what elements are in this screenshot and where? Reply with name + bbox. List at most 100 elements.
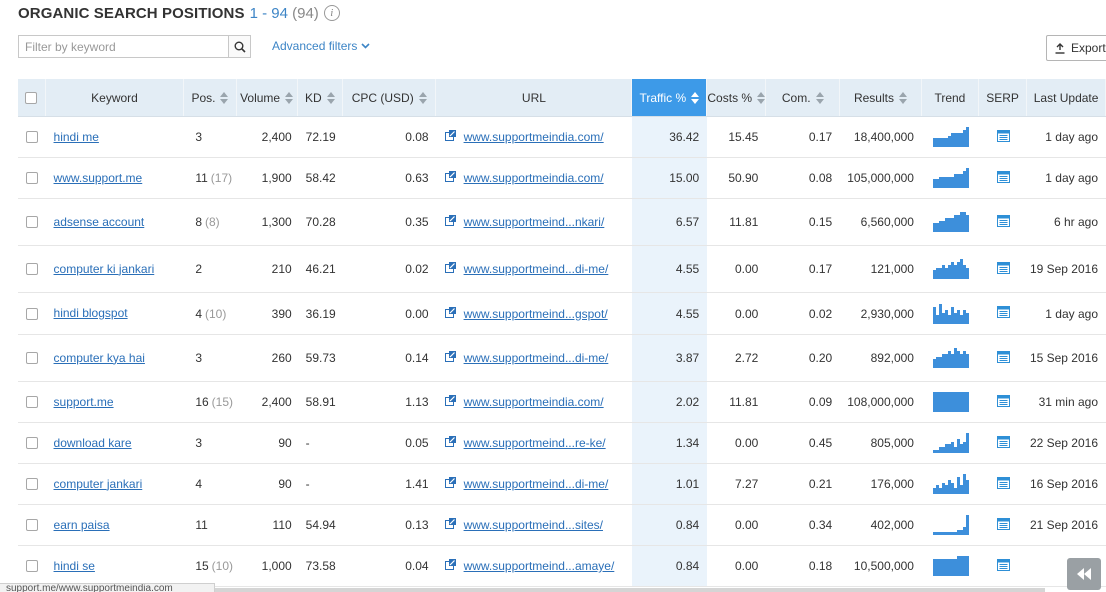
row-checkbox[interactable] (25, 478, 38, 490)
table-row[interactable]: computer jankari 4 90- 1.41 www.supportmeind… (18, 464, 1106, 505)
keyword-link[interactable]: computer ki jankari (54, 262, 155, 276)
keyword-link[interactable]: earn paisa (54, 518, 110, 532)
row-checkbox[interactable] (25, 172, 38, 184)
keyword-link[interactable]: hindi me (54, 130, 99, 144)
sort-icon (898, 91, 907, 104)
col-costs[interactable]: Costs % (707, 79, 767, 116)
serp-icon[interactable] (996, 476, 1010, 492)
url-link[interactable]: www.supportmeind...sites/ (464, 518, 603, 532)
trend-sparkline[interactable] (932, 127, 969, 147)
col-keyword[interactable]: Keyword (46, 79, 185, 116)
serp-icon[interactable] (996, 517, 1010, 533)
keyword-link[interactable]: support.me (54, 395, 114, 409)
filter-keyword-input[interactable] (19, 36, 228, 57)
url-link[interactable]: www.supportmeindia.com/ (464, 130, 604, 144)
traffic-cell: 2.02 (632, 382, 708, 422)
external-link-icon[interactable] (444, 477, 456, 491)
row-checkbox[interactable] (25, 352, 38, 364)
serp-icon[interactable] (996, 129, 1010, 145)
col-pos[interactable]: Pos. (184, 79, 237, 116)
search-button[interactable] (228, 36, 250, 57)
table-row[interactable]: www.support.me 11 (17) 1,900 58.42 0.63 www.su… (18, 158, 1106, 199)
table-row[interactable]: computer kya hai 3 260 59.73 0.14 www.support… (18, 335, 1106, 382)
url-link[interactable]: www.supportmeindia.com/ (464, 395, 604, 409)
col-last-update[interactable]: Last Update (1027, 79, 1106, 116)
external-link-icon[interactable] (444, 171, 456, 185)
col-com[interactable]: Com. (766, 79, 841, 116)
serp-icon[interactable] (996, 261, 1010, 277)
row-checkbox[interactable] (25, 396, 38, 408)
serp-icon[interactable] (996, 214, 1010, 230)
external-link-icon[interactable] (444, 518, 456, 532)
row-checkbox[interactable] (25, 131, 38, 143)
row-checkbox[interactable] (25, 560, 38, 572)
keyword-link[interactable]: hindi blogspot (54, 307, 128, 320)
trend-sparkline[interactable] (932, 168, 969, 188)
serp-icon[interactable] (996, 558, 1010, 574)
trend-sparkline[interactable] (932, 556, 969, 576)
keyword-link[interactable]: download kare (54, 436, 132, 450)
external-link-icon[interactable] (444, 395, 456, 409)
trend-sparkline[interactable] (932, 433, 969, 453)
trend-sparkline[interactable] (932, 392, 969, 412)
url-link[interactable]: www.supportmeindia.com/ (464, 171, 604, 185)
table-row[interactable]: adsense account 8 (8) 1,300 70.28 0.35 www.sup… (18, 199, 1106, 246)
serp-icon[interactable] (996, 170, 1010, 186)
trend-sparkline[interactable] (932, 212, 969, 232)
export-button[interactable]: Export (1046, 35, 1106, 61)
row-select-cell (18, 505, 46, 545)
url-link[interactable]: www.supportmeind...di-me/ (464, 262, 609, 276)
select-all-checkbox[interactable] (25, 91, 38, 104)
external-link-icon[interactable] (444, 436, 456, 450)
table-row[interactable]: hindi blogspot 4 (10) 390 36.19 0.00 www.suppo… (18, 293, 1106, 335)
previous-position: (8) (205, 215, 220, 229)
url-link[interactable]: www.supportmeind...gspot/ (464, 307, 608, 321)
external-link-icon[interactable] (444, 351, 456, 365)
advanced-filters-toggle[interactable]: Advanced filters (272, 39, 370, 53)
url-link[interactable]: www.supportmeind...amaye/ (464, 559, 615, 573)
back-button[interactable] (1067, 558, 1101, 590)
trend-sparkline[interactable] (932, 348, 969, 368)
table-row[interactable]: earn paisa 11 110 54.94 0.13 www.supportmeind… (18, 505, 1106, 546)
horizontal-scrollbar[interactable] (215, 588, 1045, 592)
trend-sparkline[interactable] (932, 515, 969, 535)
row-checkbox[interactable] (25, 519, 38, 531)
table-row[interactable]: computer ki jankari 2 210 46.21 0.02 www.supp… (18, 246, 1106, 293)
trend-sparkline[interactable] (932, 303, 969, 324)
row-checkbox[interactable] (25, 216, 38, 228)
table-row[interactable]: hindi se 15 (10) 1,000 73.58 0.04 www.supportm… (18, 546, 1106, 587)
url-link[interactable]: www.supportmeind...di-me/ (464, 351, 609, 365)
row-checkbox[interactable] (25, 307, 38, 320)
col-traffic[interactable]: Traffic % (632, 79, 708, 116)
row-checkbox[interactable] (25, 437, 38, 449)
external-link-icon[interactable] (444, 215, 456, 229)
keyword-link[interactable]: www.support.me (54, 171, 143, 185)
keyword-link[interactable]: hindi se (54, 559, 95, 573)
col-volume[interactable]: Volume (237, 79, 298, 116)
url-link[interactable]: www.supportmeind...di-me/ (464, 477, 609, 491)
external-link-icon[interactable] (444, 262, 456, 276)
col-results[interactable]: Results (840, 79, 922, 116)
cpc-cell: 0.02 (405, 262, 429, 276)
table-row[interactable]: support.me 16 (15) 2,400 58.91 1.13 www.suppor… (18, 382, 1106, 423)
external-link-icon[interactable] (444, 130, 456, 144)
col-cpc[interactable]: CPC (USD) (343, 79, 437, 116)
serp-icon[interactable] (996, 306, 1010, 321)
table-row[interactable]: hindi me 3 2,400 72.19 0.08 www.supportmeindi… (18, 117, 1106, 158)
serp-icon[interactable] (996, 394, 1010, 410)
external-link-icon[interactable] (444, 559, 456, 573)
external-link-icon[interactable] (444, 306, 456, 321)
keyword-link[interactable]: computer kya hai (54, 351, 145, 365)
row-checkbox[interactable] (25, 263, 38, 275)
url-link[interactable]: www.supportmeind...nkari/ (464, 215, 605, 229)
serp-icon[interactable] (996, 350, 1010, 366)
table-row[interactable]: download kare 3 90- 0.05 www.supportmeind...… (18, 423, 1106, 464)
url-link[interactable]: www.supportmeind...re-ke/ (464, 436, 606, 450)
trend-sparkline[interactable] (932, 474, 969, 494)
keyword-link[interactable]: computer jankari (54, 477, 143, 491)
info-icon[interactable]: i (323, 5, 340, 21)
col-kd[interactable]: KD (298, 79, 343, 116)
trend-sparkline[interactable] (932, 259, 969, 279)
keyword-link[interactable]: adsense account (54, 215, 145, 229)
serp-icon[interactable] (996, 435, 1010, 451)
